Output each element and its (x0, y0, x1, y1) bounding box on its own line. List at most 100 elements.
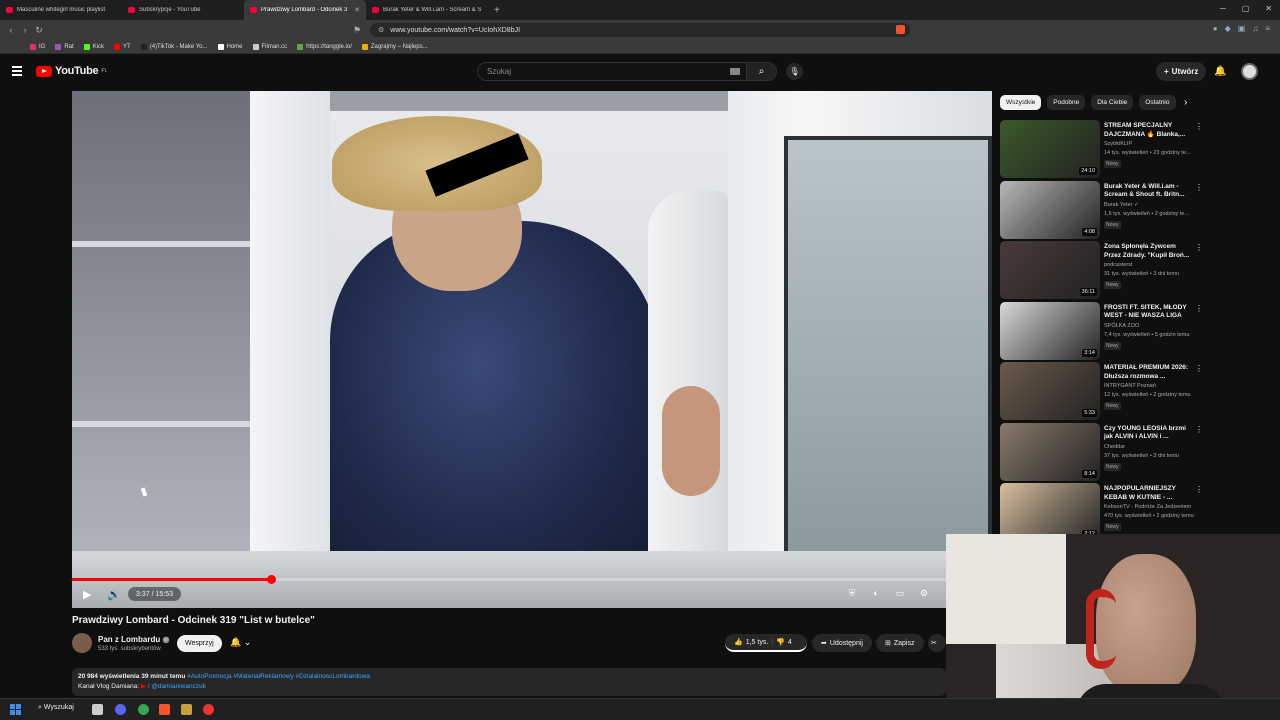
menu-icon[interactable]: ≡ (1265, 24, 1270, 33)
bookmark-item[interactable]: IG (30, 43, 45, 50)
channel-name[interactable]: Pan z Lombardu ◉ (98, 635, 169, 644)
more-options-icon[interactable]: ⋮ (1195, 485, 1203, 494)
chrome-icon[interactable] (138, 704, 149, 715)
browser-tab[interactable]: Masculine whitegirl music playlist (0, 0, 122, 20)
clip-button[interactable]: ✂ (928, 634, 946, 652)
volume-icon[interactable]: 🔈 (107, 588, 121, 601)
channel-avatar[interactable] (72, 633, 92, 653)
recommendation-item[interactable]: 2:12NAJPOPULARNIEJSZY KEBAB W KUTNIE - .… (1000, 483, 1203, 541)
bookmark-item[interactable]: Kick (83, 43, 104, 50)
bookmark-item[interactable]: Zagrajmy – Najleps... (361, 43, 428, 50)
video-description[interactable]: 20 984 wyświetlenia 39 minut temu #AutoP… (72, 668, 946, 696)
brave-shield-icon[interactable] (896, 25, 905, 34)
share-button[interactable]: ➦ Udostępnij (812, 634, 872, 652)
chevron-right-icon[interactable]: › (1184, 97, 1187, 108)
windows-start-icon[interactable] (10, 704, 21, 715)
chip-all[interactable]: Wszystkie (1000, 95, 1042, 110)
play-icon[interactable]: ▶ (83, 588, 91, 601)
recommendation-title[interactable]: STREAM SPECJALNY DAJCZMANA 🔥 Blanka,... (1104, 122, 1192, 139)
recommendation-title[interactable]: Burak Yeter & Will.i.am - Scream & Shout… (1104, 183, 1192, 200)
microphone-icon[interactable]: 🎙 (786, 63, 803, 80)
bookmark-item[interactable]: YT (114, 43, 131, 50)
save-button[interactable]: ⊞ Zapisz (876, 634, 924, 652)
recommendation-thumbnail[interactable]: 24:10 (1000, 120, 1100, 178)
bookmark-item[interactable]: Home (217, 43, 243, 50)
more-options-icon[interactable]: ⋮ (1195, 122, 1203, 131)
extension-icon[interactable]: ◆ (1225, 24, 1231, 33)
brave-icon[interactable] (159, 704, 170, 715)
more-options-icon[interactable]: ⋮ (1195, 364, 1203, 373)
extension-icon[interactable]: ▣ (1238, 24, 1246, 33)
chip-for-you[interactable]: Dla Ciebie (1091, 95, 1134, 110)
taskbar-search[interactable]: ⌕ Wyszukaj (38, 704, 74, 712)
recommendation-channel[interactable]: Cheddar (1104, 444, 1125, 450)
recommendation-title[interactable]: Czy YOUNG LEOSIA brzmi jak ALVIN i ALVIN… (1104, 425, 1192, 442)
extension-icon[interactable]: ♫ (1252, 24, 1258, 33)
close-window-icon[interactable]: ✕ (1265, 4, 1272, 13)
forward-icon[interactable]: › (18, 25, 32, 35)
recommendation-item[interactable]: 36:11 Żona Spłonęła Żywcem Przez Zdrady. … (1000, 241, 1203, 299)
url-field[interactable]: ⚙ www.youtube.com/watch?v=UcIohXD8bJI (370, 23, 910, 37)
bookmark-item[interactable]: Filman.cc (252, 43, 287, 50)
autoplay-toggle[interactable]: ◐ (869, 588, 883, 600)
settings-gear-icon[interactable]: ⚙ (917, 588, 931, 600)
recommendation-item[interactable]: 5:33 MATERIAŁ PREMIUM 2026: Dłuższa rozmo… (1000, 362, 1203, 420)
app-icon[interactable] (181, 704, 192, 715)
new-tab-button[interactable]: + (488, 5, 506, 16)
account-avatar[interactable] (1241, 63, 1258, 80)
hamburger-menu-icon[interactable] (12, 66, 22, 78)
bookmark-icon[interactable]: ⚑ (350, 25, 364, 36)
recommendation-title[interactable]: NAJPOPULARNIEJSZY KEBAB W KUTNIE - ... (1104, 485, 1192, 502)
search-button[interactable]: ⌕ (746, 63, 776, 80)
browser-tab[interactable]: Subskrypcje - YouTube (122, 0, 244, 20)
recommendation-thumbnail[interactable]: 8:14 (1000, 422, 1100, 481)
search-input[interactable]: Szukaj ⌕ (477, 62, 777, 81)
support-button[interactable]: Wesprzyj (177, 635, 222, 652)
youtube-logo[interactable]: YouTube PL (36, 65, 107, 77)
recommendation-title[interactable]: MATERIAŁ PREMIUM 2026: Dłuższa rozmowa .… (1104, 364, 1192, 381)
recommendation-channel[interactable]: SzybkiKLIP (1104, 141, 1132, 147)
more-options-icon[interactable]: ⋮ (1195, 304, 1203, 313)
site-info-icon[interactable]: ⚙ (378, 26, 384, 34)
recommendation-channel[interactable]: SPÓŁKA ZOO (1104, 323, 1139, 329)
create-button[interactable]: + Utwórz (1156, 62, 1207, 81)
recommendation-item[interactable]: 24:10 STREAM SPECJALNY DAJCZMANA 🔥 Blanka… (1000, 120, 1203, 178)
bookmark-item[interactable]: https://tanggle.io/ (297, 43, 352, 50)
recommendation-item[interactable]: 4:08 Burak Yeter & Will.i.am - Scream & S… (1000, 180, 1203, 239)
close-tab-icon[interactable]: ✕ (354, 6, 360, 14)
more-options-icon[interactable]: ⋮ (1195, 425, 1203, 434)
recommendation-thumbnail[interactable]: 5:33 (1000, 362, 1100, 420)
file-explorer-icon[interactable] (92, 704, 103, 715)
recommendation-title[interactable]: Żona Spłonęła Żywcem Przez Zdrady. "Kupi… (1104, 243, 1192, 260)
recommendation-thumbnail[interactable]: 4:08 (1000, 180, 1100, 239)
recommendation-channel[interactable]: Burak Yeter ✓ (1104, 202, 1139, 208)
recommendation-channel[interactable]: podcasterst (1104, 262, 1132, 268)
sponsor-shield-icon[interactable]: ⛨ (845, 588, 859, 600)
more-options-icon[interactable]: ⋮ (1195, 243, 1203, 252)
video-progress-bar[interactable] (72, 575, 946, 584)
video-player[interactable] (72, 91, 992, 608)
browser-tab-active[interactable]: Prawdziwy Lombard - Odcinek 3 ✕ (244, 0, 366, 20)
like-icon[interactable]: 👍 (734, 638, 743, 646)
maximize-icon[interactable]: ▢ (1242, 4, 1250, 13)
recommendation-thumbnail[interactable]: 36:11 (1000, 241, 1100, 299)
bookmark-item[interactable]: (4)TikTok - Make Yo... (140, 43, 208, 50)
app-icon[interactable] (203, 704, 214, 715)
recommendation-thumbnail[interactable]: 3:14 (1000, 301, 1100, 360)
recommendation-channel[interactable]: KebsonTV - Podróże Za Jedzeniem (1104, 504, 1191, 510)
discord-icon[interactable] (115, 704, 126, 715)
notifications-bell-icon[interactable]: 🔔 (1214, 66, 1226, 77)
subtitles-icon[interactable]: ▭ (893, 588, 907, 600)
browser-tab[interactable]: Burak Yeter & Will.i.am - Scream & S (366, 0, 488, 20)
recommendation-item[interactable]: 3:14 FROSTI FT. SITEK, MŁODY WEST - NIE W… (1000, 301, 1203, 360)
recommendation-item[interactable]: 8:14 Czy YOUNG LEOSIA brzmi jak ALVIN i A… (1000, 422, 1203, 481)
chip-similar[interactable]: Podobne (1047, 95, 1086, 110)
extension-icon[interactable]: ● (1213, 24, 1218, 33)
recommendation-thumbnail[interactable]: 2:12 (1000, 483, 1100, 541)
dislike-icon[interactable]: 👎 (776, 638, 785, 646)
subscription-bell-icon[interactable]: 🔔 ⌄ (230, 637, 251, 648)
recommendation-channel[interactable]: INTRYGANT Poznań (1104, 383, 1156, 389)
minimize-icon[interactable]: ─ (1220, 4, 1226, 13)
keyboard-icon[interactable] (730, 68, 740, 75)
bookmark-item[interactable]: Rat (55, 43, 74, 50)
